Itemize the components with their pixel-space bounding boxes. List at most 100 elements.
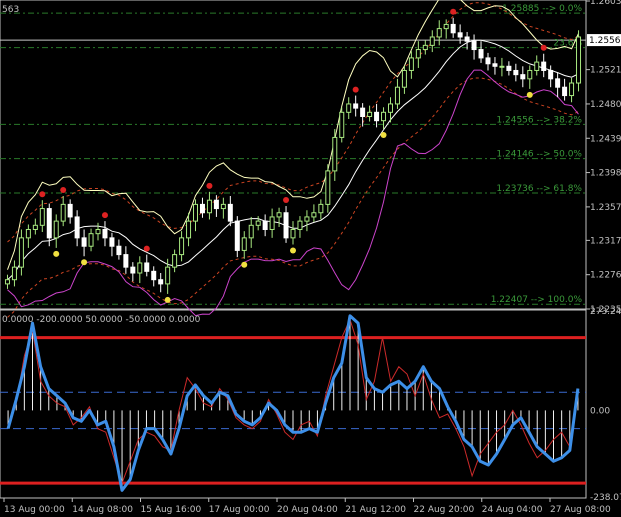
- cci-y-axis: 273.2418 0.00 -238.0783: [590, 307, 621, 503]
- candle-body: [276, 212, 282, 218]
- candle-body: [193, 203, 199, 222]
- candle-body: [332, 136, 338, 172]
- fractal-up-marker: [450, 8, 457, 15]
- time-tick-label: 20 Aug 04:00: [277, 505, 338, 515]
- fractal-down-marker: [241, 261, 248, 268]
- cci-tick-label: 0.00: [590, 406, 610, 416]
- candle-body: [158, 279, 164, 285]
- price-tick-label: 1.23570: [590, 203, 621, 213]
- candle-body: [367, 111, 373, 117]
- price-tick-label: 1.26030: [590, 0, 621, 7]
- fib-level-label: 1.24556 --> 38.2%: [496, 115, 582, 125]
- candle-body: [220, 203, 226, 210]
- candle-body: [569, 82, 575, 97]
- candle-body: [513, 69, 519, 76]
- candle-body: [576, 36, 582, 84]
- time-tick-label: 27 Aug 08:00: [550, 505, 611, 515]
- candle-body: [186, 220, 192, 239]
- candle-body: [506, 65, 512, 71]
- candle-body: [25, 228, 31, 239]
- candle-body: [172, 254, 178, 268]
- candle-body: [199, 203, 205, 214]
- candle-body: [304, 216, 310, 222]
- time-tick-label: 17 Aug 00:00: [209, 505, 270, 515]
- candle-body: [60, 203, 66, 222]
- price-tick-label: 1.23170: [590, 236, 621, 246]
- candle-body: [283, 212, 289, 239]
- candle-body: [151, 270, 157, 281]
- candle-body: [499, 65, 505, 68]
- fractal-down-marker: [290, 247, 296, 254]
- candle-body: [234, 220, 240, 251]
- candle-body: [325, 170, 331, 205]
- candle-body: [241, 237, 247, 251]
- candle-body: [46, 208, 52, 239]
- fib-level-label: 1.25885 --> 0.0%: [502, 4, 582, 14]
- candle-body: [360, 107, 366, 117]
- candle-body: [450, 23, 456, 34]
- candle-body: [269, 216, 275, 230]
- cci-tick-label: -238.0783: [590, 493, 621, 503]
- time-tick-label: 22 Aug 20:00: [414, 505, 475, 515]
- candle-body: [102, 228, 108, 239]
- trading-chart[interactable]: 1.25885 --> 0.0%23.6%1.24556 --> 38.2%1.…: [0, 0, 621, 517]
- candle-body: [74, 216, 80, 239]
- candle-body: [520, 74, 526, 80]
- fractal-down-marker: [526, 91, 533, 98]
- window-title-fragment: 563: [2, 5, 19, 15]
- candle-body: [95, 228, 101, 235]
- price-tick-label: 1.24390: [590, 134, 621, 144]
- price-tick-label: 1.25210: [590, 66, 621, 76]
- fractal-up-marker: [540, 44, 547, 51]
- candle-body: [290, 228, 296, 239]
- time-x-axis: 13 Aug 00:00 14 Aug 08:00 15 Aug 16:00 17 A…: [3, 498, 611, 515]
- fractal-up-marker: [206, 182, 213, 189]
- fractal-up-marker: [39, 191, 46, 198]
- candle-body: [374, 111, 380, 122]
- candle-body: [130, 266, 136, 274]
- candle-body: [318, 203, 324, 214]
- price-tick-label: 1.22760: [590, 271, 621, 281]
- candle-body: [555, 78, 561, 88]
- candle-body: [471, 40, 477, 51]
- fib-level-label: 1.23736 --> 61.8%: [496, 184, 582, 194]
- time-tick-label: 14 Aug 08:00: [72, 505, 133, 515]
- candle-body: [4, 279, 10, 285]
- candle-body: [457, 32, 463, 38]
- candle-body: [53, 220, 59, 239]
- candle-body: [144, 262, 150, 272]
- fractal-down-marker: [164, 296, 171, 303]
- candle-body: [422, 44, 428, 51]
- candle-body: [18, 237, 24, 268]
- candle-body: [492, 63, 498, 67]
- candle-body: [464, 36, 470, 42]
- candle-body: [179, 237, 185, 256]
- fractal-down-marker: [81, 259, 88, 266]
- candle-body: [123, 254, 129, 268]
- fib-level-label: 1.24146 --> 50.0%: [496, 150, 582, 160]
- candle-body: [478, 49, 484, 59]
- time-tick-label: 13 Aug 00:00: [4, 505, 65, 515]
- cci-tick-label: 273.2418: [590, 307, 621, 317]
- candle-body: [137, 262, 143, 274]
- candle-body: [297, 220, 303, 230]
- candle-body: [109, 237, 115, 247]
- candle-body: [541, 61, 547, 71]
- candle-body: [88, 233, 94, 247]
- candle-body: [248, 224, 254, 239]
- candle-body: [116, 245, 122, 256]
- fractal-up-marker: [143, 245, 150, 252]
- current-price-label: 1.25563: [589, 36, 621, 46]
- candle-body: [353, 103, 359, 109]
- candle-body: [436, 28, 442, 38]
- candle-body: [408, 57, 414, 71]
- candle-body: [81, 237, 87, 247]
- fractal-up-marker: [101, 212, 108, 219]
- candle-body: [527, 69, 533, 80]
- fractal-up-marker: [352, 86, 359, 93]
- cci-header: 0.0000 -200.0000 50.0000 -50.0000 0.0000: [2, 315, 201, 325]
- price-tick-label: 1.24800: [590, 100, 621, 110]
- candle-body: [213, 199, 219, 210]
- candle-body: [32, 224, 38, 230]
- candle-body: [255, 220, 261, 226]
